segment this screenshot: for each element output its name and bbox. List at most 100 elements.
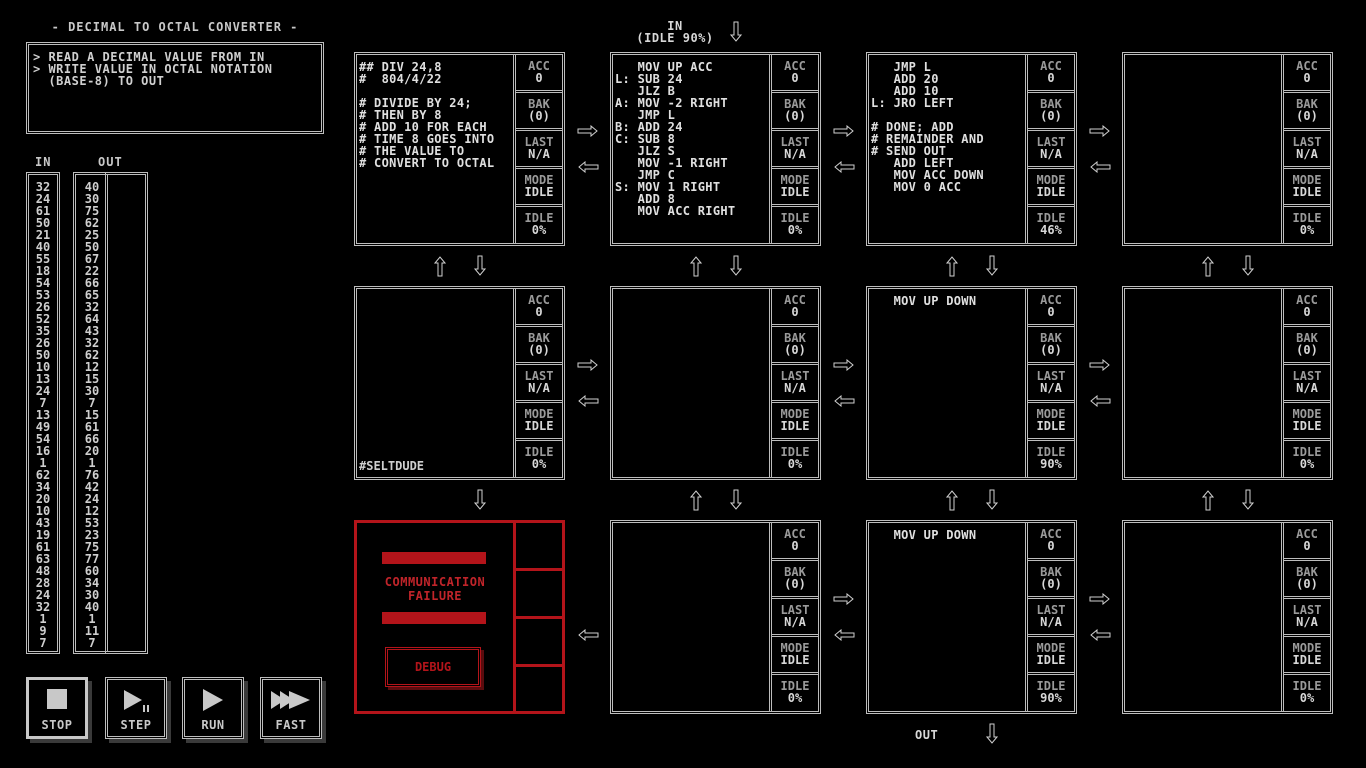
register-value: 90%: [1040, 457, 1062, 471]
register-value: IDLE: [780, 419, 810, 433]
register-value: IDLE: [1292, 185, 1322, 199]
compute-node[interactable]: ACC 0 BAK (0) LAST N/A MODE IDLE IDLE 0%: [1122, 286, 1333, 480]
register-idle: IDLE 0%: [1284, 207, 1330, 245]
compute-node[interactable]: JMP L ADD 20 ADD 10 L: JRO LEFT # DONE; …: [866, 52, 1077, 246]
code-editor[interactable]: MOV UP DOWN: [871, 529, 1021, 541]
register-label: ACC: [1296, 59, 1318, 73]
register-label: MODE: [1036, 407, 1066, 421]
register-bak: BAK (0): [1284, 327, 1330, 365]
register-label: ACC: [1296, 527, 1318, 541]
compute-node[interactable]: MOV UP ACC L: SUB 24 JLZ B A: MOV -2 RIG…: [610, 52, 821, 246]
register-label: IDLE: [780, 445, 810, 459]
register-acc: ACC 0: [1028, 55, 1074, 93]
debug-button[interactable]: DEBUG: [385, 647, 481, 687]
register-last: LAST N/A: [1284, 599, 1330, 637]
register-idle: IDLE 0%: [516, 441, 562, 479]
node-failure[interactable]: COMMUNICATION FAILURE DEBUG: [354, 520, 565, 714]
arrow-right-icon: [1089, 125, 1110, 137]
out-label: OUT: [98, 155, 123, 169]
stop-button[interactable]: STOP: [26, 677, 88, 739]
register-last: LAST N/A: [516, 131, 562, 169]
register-value: IDLE: [1292, 653, 1322, 667]
register-label: MODE: [1292, 173, 1322, 187]
in-values-column: 32 24 61 50 21 40 55 18 54 53 26 52 35 26 50 10 13 24 7 13 4…: [26, 172, 60, 654]
register-label: ACC: [528, 59, 550, 73]
arrow-up-icon: [1202, 256, 1214, 277]
register-value: N/A: [784, 147, 806, 161]
register-label: BAK: [1296, 331, 1318, 345]
register-acc: ACC 0: [772, 55, 818, 93]
arrow-up-icon: [690, 490, 702, 511]
register-label: ACC: [1040, 59, 1062, 73]
step-label: STEP: [120, 718, 152, 732]
compute-node[interactable]: ACC 0 BAK (0) LAST N/A MODE IDLE IDLE 0%: [610, 520, 821, 714]
register-value: (0): [528, 343, 550, 357]
register-label: MODE: [524, 407, 554, 421]
compute-node[interactable]: #SELTDUDE ACC 0 BAK (0) LAST N/A MODE IDLE IDLE 0%: [354, 286, 565, 480]
compute-node[interactable]: ACC 0 BAK (0) LAST N/A MODE IDLE IDLE 0%: [1122, 52, 1333, 246]
code-editor[interactable]: MOV UP ACC L: SUB 24 JLZ B A: MOV -2 RIG…: [615, 61, 765, 217]
register-panel: ACC 0 BAK (0) LAST N/A MODE IDLE IDLE 90%: [1025, 289, 1074, 477]
register-label: BAK: [1296, 565, 1318, 579]
register-panel: ACC 0 BAK (0) LAST N/A MODE IDLE IDLE 0%: [1281, 523, 1330, 711]
register-value: N/A: [1296, 147, 1318, 161]
register-cell: [516, 571, 562, 619]
register-value: 0: [791, 305, 799, 319]
register-idle: IDLE 0%: [772, 207, 818, 245]
arrow-left-icon: [1090, 395, 1111, 407]
compute-node[interactable]: ## DIV 24,8 # 804/4/22 # DIVIDE BY 24; #…: [354, 52, 565, 246]
code-editor[interactable]: JMP L ADD 20 ADD 10 L: JRO LEFT # DONE; …: [871, 61, 1021, 193]
register-value: 0: [1047, 71, 1055, 85]
register-idle: IDLE 0%: [772, 675, 818, 713]
arrow-up-icon: [1202, 490, 1214, 511]
register-idle: IDLE 0%: [772, 441, 818, 479]
register-mode: MODE IDLE: [772, 637, 818, 675]
register-cell: [516, 619, 562, 667]
arrow-down-icon: [730, 21, 742, 42]
code-editor[interactable]: MOV UP DOWN: [871, 295, 1021, 307]
arrow-down-icon: [474, 489, 486, 510]
register-value: N/A: [528, 147, 550, 161]
fast-button[interactable]: FAST: [260, 677, 322, 739]
failure-message: COMMUNICATION FAILURE: [384, 575, 486, 603]
run-button[interactable]: RUN: [182, 677, 244, 739]
register-idle: IDLE 90%: [1028, 441, 1074, 479]
register-label: LAST: [1292, 369, 1322, 383]
arrow-down-icon: [1242, 489, 1254, 510]
register-value: N/A: [784, 381, 806, 395]
register-label: IDLE: [780, 679, 810, 693]
compute-node[interactable]: MOV UP DOWN ACC 0 BAK (0) LAST N/A MODE IDLE IDLE…: [866, 520, 1077, 714]
register-value: (0): [784, 109, 806, 123]
register-label: LAST: [780, 603, 810, 617]
register-value: (0): [1040, 343, 1062, 357]
register-value: N/A: [1296, 615, 1318, 629]
code-editor[interactable]: ## DIV 24,8 # 804/4/22 # DIVIDE BY 24; #…: [359, 61, 509, 169]
step-button[interactable]: STEP: [105, 677, 167, 739]
register-label: MODE: [780, 407, 810, 421]
register-label: LAST: [780, 135, 810, 149]
register-last: LAST N/A: [1028, 131, 1074, 169]
register-label: ACC: [1296, 293, 1318, 307]
register-label: ACC: [784, 59, 806, 73]
stop-icon: [47, 689, 67, 709]
register-value: 0: [1047, 539, 1055, 553]
arrow-right-icon: [833, 593, 854, 605]
register-label: LAST: [1036, 369, 1066, 383]
register-bak: BAK (0): [1028, 327, 1074, 365]
register-label: ACC: [1040, 293, 1062, 307]
register-idle: IDLE 0%: [1284, 441, 1330, 479]
register-panel: ACC 0 BAK (0) LAST N/A MODE IDLE IDLE 90%: [1025, 523, 1074, 711]
compute-node[interactable]: ACC 0 BAK (0) LAST N/A MODE IDLE IDLE 0%: [1122, 520, 1333, 714]
register-value: 0: [791, 71, 799, 85]
register-mode: MODE IDLE: [516, 169, 562, 207]
register-label: LAST: [1292, 603, 1322, 617]
register-last: LAST N/A: [1028, 365, 1074, 403]
compute-node[interactable]: ACC 0 BAK (0) LAST N/A MODE IDLE IDLE 0%: [610, 286, 821, 480]
compute-node[interactable]: MOV UP DOWN ACC 0 BAK (0) LAST N/A MODE IDLE IDLE…: [866, 286, 1077, 480]
register-label: IDLE: [1292, 445, 1322, 459]
register-value: 0%: [1299, 223, 1315, 237]
arrow-down-icon: [1242, 255, 1254, 276]
arrow-left-icon: [1090, 629, 1111, 641]
register-label: ACC: [528, 293, 550, 307]
register-mode: MODE IDLE: [516, 403, 562, 441]
